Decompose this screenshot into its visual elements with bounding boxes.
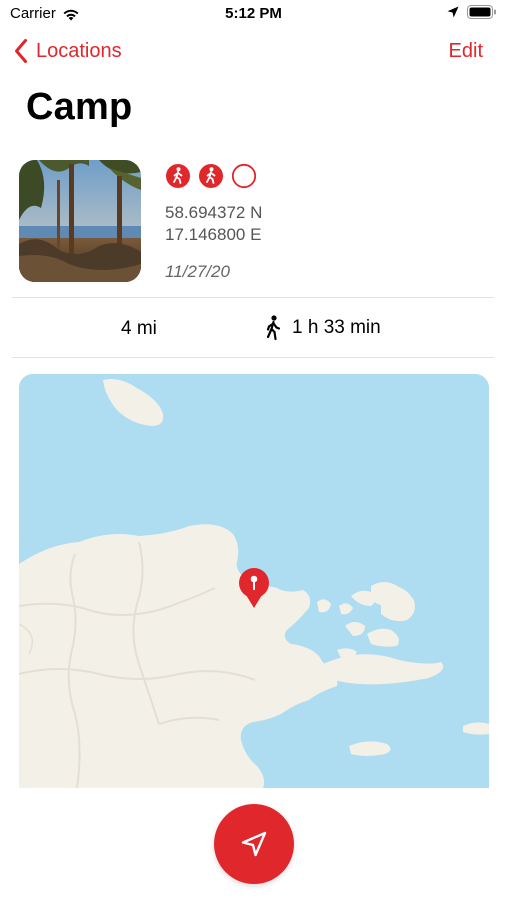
map-image: [19, 374, 489, 788]
hiking-icon: [166, 164, 190, 188]
chevron-left-icon: [15, 39, 27, 63]
navigate-button[interactable]: [214, 804, 294, 884]
date-text: 11/27/20: [165, 262, 230, 281]
back-button[interactable]: Locations: [14, 38, 122, 64]
forest-photo-image: [19, 160, 141, 282]
location-detail-screen: Carrier 5:12 PM Locations Edit Camp 58.6…: [0, 0, 507, 900]
back-button-label: Locations: [36, 39, 122, 62]
navigation-arrow-icon: [241, 831, 267, 857]
location-photo[interactable]: [19, 160, 141, 282]
activity-icons: [165, 163, 257, 189]
hiking-icon: [199, 164, 223, 188]
page-title: Camp: [26, 86, 133, 128]
divider: [12, 297, 494, 298]
map-view[interactable]: [19, 374, 489, 788]
walk-time-value: 1 h 33 min: [292, 317, 381, 338]
status-right: [447, 5, 497, 19]
distance-value: 4 mi: [121, 318, 157, 339]
walk-time: 1 h 33 min: [263, 315, 381, 341]
status-bar: Carrier 5:12 PM: [0, 0, 507, 30]
empty-circle-icon: [231, 163, 257, 189]
latitude-text: 58.694372 N: [165, 203, 263, 222]
location-arrow-icon: [447, 6, 459, 18]
divider: [12, 357, 494, 358]
longitude-text: 17.146800 E: [165, 225, 262, 244]
walking-person-icon: [266, 315, 281, 341]
battery-icon: [467, 5, 496, 19]
edit-button[interactable]: Edit: [449, 40, 483, 63]
status-time: 5:12 PM: [225, 5, 282, 22]
